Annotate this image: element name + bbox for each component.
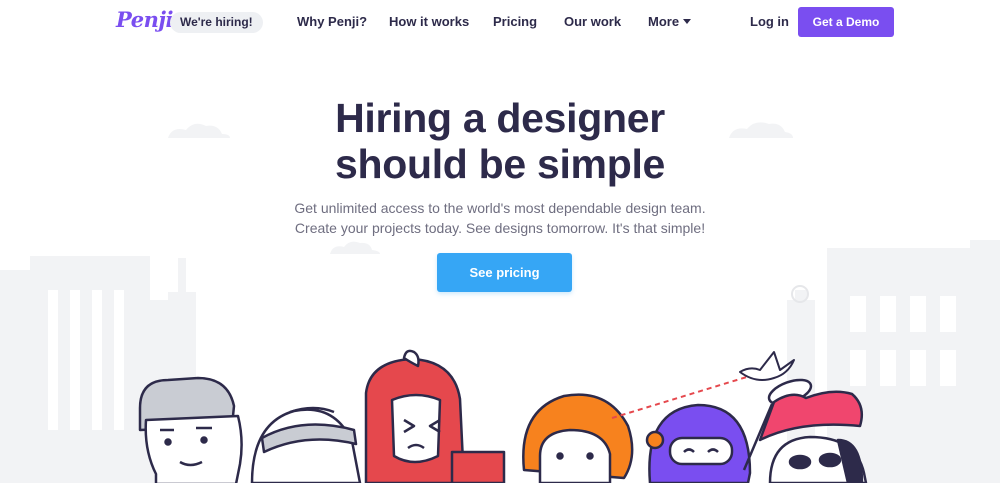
hero-illustration <box>138 349 868 483</box>
purple-ninja-character <box>645 403 752 483</box>
glasses-man-character <box>138 376 243 483</box>
headband-person-character <box>250 406 362 483</box>
pink-hat-bandit-character <box>758 390 868 483</box>
red-hooded-warrior-character <box>364 349 506 483</box>
orange-haired-girl-character <box>522 393 634 483</box>
bird-prop <box>739 351 795 381</box>
